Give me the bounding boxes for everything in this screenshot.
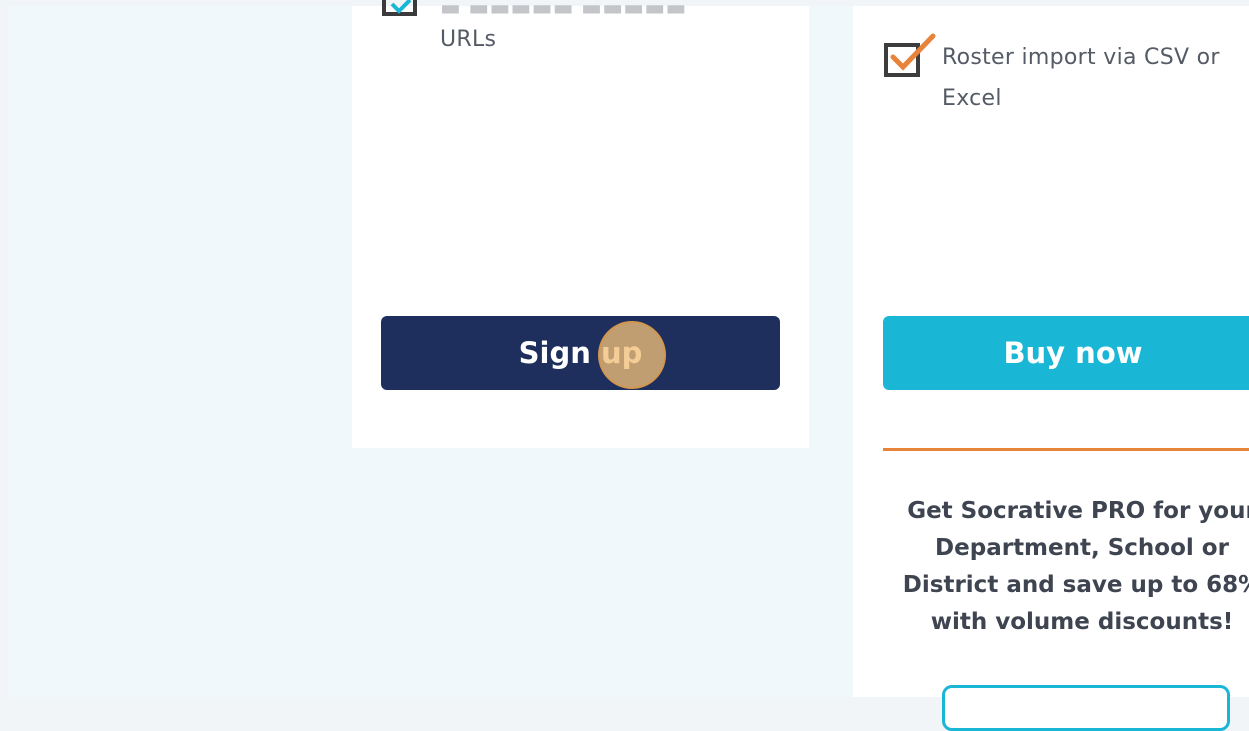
orange-divider bbox=[883, 448, 1249, 451]
feature-text-urls: URLs bbox=[440, 27, 497, 52]
feature-text-line1: Roster import via CSV or bbox=[942, 45, 1220, 70]
sign-up-button[interactable]: Sign up bbox=[381, 316, 780, 390]
feature-roster-import: Roster import via CSV or Excel bbox=[942, 37, 1220, 119]
feature-text-line2: Excel bbox=[942, 86, 1002, 111]
checkbox-checked-icon bbox=[884, 33, 936, 77]
checkbox-checked-icon bbox=[382, 0, 417, 16]
volume-discount-promo: Get Socrative PRO for your Department, S… bbox=[902, 498, 1249, 635]
buy-now-button[interactable]: Buy now bbox=[883, 316, 1249, 390]
contact-sales-button[interactable] bbox=[942, 685, 1230, 731]
